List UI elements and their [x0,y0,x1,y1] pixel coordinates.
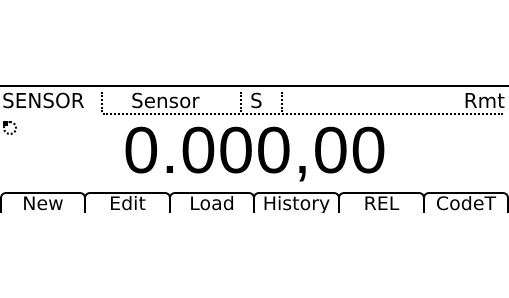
softkey-codet[interactable]: CodeT [423,192,509,213]
status-divider [240,92,242,112]
softkey-bar: New Edit Load History REL CodeT [0,192,509,213]
status-bar: SENSOR Sensor S Rmt [0,89,509,115]
remote-indicator: Rmt [463,89,505,113]
softkey-history[interactable]: History [253,192,340,213]
status-divider [101,92,103,112]
softkey-edit[interactable]: Edit [84,192,171,213]
unit-indicator: S [250,89,263,113]
softkey-load[interactable]: Load [169,192,255,213]
measurement-reading: 0.000,00 [123,113,388,187]
status-divider [281,92,283,112]
softkey-new[interactable]: New [0,192,86,213]
softkey-rel[interactable]: REL [338,192,425,213]
meter-display: SENSOR Sensor S Rmt 0.000,00 New Edit Lo… [0,85,509,213]
sensor-label: SENSOR [2,89,85,113]
sensor-name: Sensor [131,89,200,113]
